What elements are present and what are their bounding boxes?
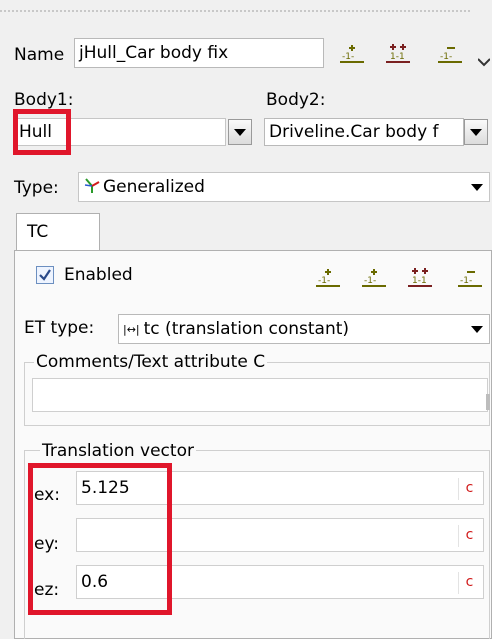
body2-label: Body2: [266,90,326,110]
svg-text:-1-: -1- [342,52,354,62]
comments-input[interactable] [32,378,488,412]
translation-constant-icon: |↔| [123,323,140,336]
translation-label: Translation vector [40,441,196,461]
enabled-checkbox[interactable] [36,266,54,284]
type-label: Type: [14,178,59,198]
svg-text:-1-: -1- [460,276,472,286]
et-type-value: tc (translation constant) [143,319,350,339]
svg-text:-1-: -1- [440,52,452,62]
ey-c-button[interactable]: c [458,525,480,547]
tab-tc-label: TC [27,222,49,242]
add-variable-icon[interactable]: -1- [316,266,340,288]
checkmark-icon [39,269,51,281]
ex-c-button[interactable]: c [458,478,480,500]
top-drag-strip [0,10,470,16]
hull-highlight [13,109,71,155]
tab-tc[interactable]: TC [16,213,100,251]
et-type-select[interactable]: |↔| tc (translation constant) [118,314,490,344]
body2-dropdown-button[interactable] [464,119,488,145]
name-label: Name [14,45,65,65]
comments-label: Comments/Text attribute C [34,352,268,372]
name-input[interactable]: jHull_Car body fix [74,38,324,68]
type-value: Generalized [103,177,205,197]
vector-highlight [28,463,172,615]
add-multiple-icon[interactable]: 1-1 [386,42,410,64]
enabled-label: Enabled [64,265,133,285]
body2-value: Driveline.Car body f [269,122,439,142]
chevron-down-icon [234,129,246,136]
chevron-down-icon [471,326,483,333]
svg-text:1-1: 1-1 [390,52,405,62]
chevron-down-icon [471,184,483,191]
et-type-label: ET type: [24,318,95,338]
add-variable-down-icon[interactable]: -1- [362,266,386,288]
remove-variable-icon[interactable]: -1- [458,266,482,288]
body1-dropdown-button[interactable] [228,119,252,145]
add-variable-icon[interactable]: -1- [340,42,364,64]
svg-text:1-1: 1-1 [412,276,427,286]
svg-text:-1-: -1- [364,276,376,286]
add-multiple-icon[interactable]: 1-1 [408,266,432,288]
overflow-arrow-icon[interactable] [477,52,491,71]
body2-select[interactable]: Driveline.Car body f [264,118,464,146]
type-select[interactable]: Generalized [78,172,490,202]
svg-text:-1-: -1- [318,276,330,286]
generalized-joint-icon [83,176,101,201]
body1-label: Body1: [14,90,74,110]
ez-c-button[interactable]: c [458,572,480,594]
remove-variable-icon[interactable]: -1- [438,42,462,64]
scroll-handle[interactable] [486,394,490,410]
chevron-down-icon [470,129,482,136]
